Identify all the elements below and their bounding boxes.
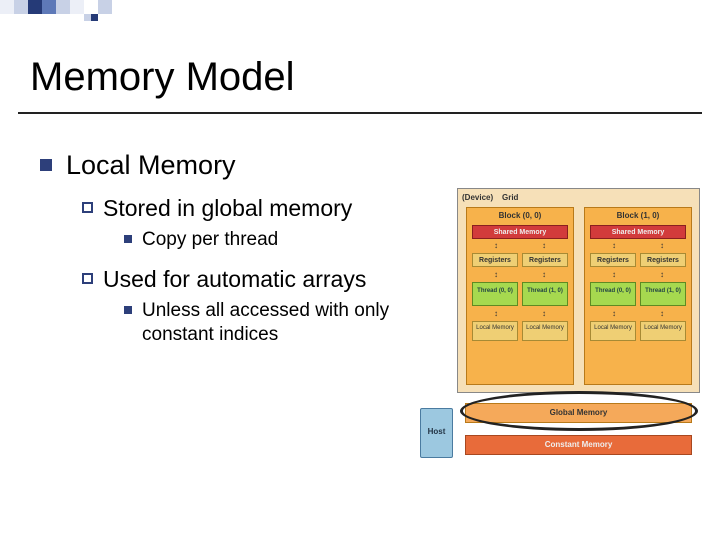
square-bullet-icon	[40, 159, 52, 171]
grid-label: Grid	[502, 193, 518, 202]
bullet-text: Local Memory	[66, 150, 236, 181]
local-memory-box: Local Memory	[472, 321, 518, 341]
memory-model-diagram: (Device) Grid Block (0, 0) Shared Memory…	[420, 188, 702, 468]
block-1-0: Block (1, 0) Shared Memory ↕↕ Registers …	[584, 207, 692, 385]
block-label: Block (1, 0)	[585, 208, 691, 223]
bullet-text: Stored in global memory	[103, 195, 352, 222]
local-memory-box: Local Memory	[522, 321, 568, 341]
bullet-level-2: Used for automatic arrays	[82, 266, 410, 293]
hollow-square-bullet-icon	[82, 202, 93, 213]
small-square-bullet-icon	[124, 306, 132, 314]
host-box: Host	[420, 408, 453, 458]
title-underline	[18, 112, 702, 114]
registers-box: Registers	[522, 253, 568, 267]
slide-corner-decoration-small	[84, 14, 98, 21]
local-memory-box: Local Memory	[590, 321, 636, 341]
hollow-square-bullet-icon	[82, 273, 93, 284]
bullet-text: Used for automatic arrays	[103, 266, 366, 293]
thread-box: Thread (0, 0)	[590, 282, 636, 306]
bullet-level-3: Unless all accessed with only constant i…	[124, 299, 410, 347]
shared-memory-box: Shared Memory	[590, 225, 686, 239]
constant-memory-box: Constant Memory	[465, 435, 692, 455]
bullet-text: Copy per thread	[142, 228, 278, 252]
block-label: Block (0, 0)	[467, 208, 573, 223]
slide-body: Local Memory Stored in global memory Cop…	[40, 150, 410, 358]
registers-box: Registers	[472, 253, 518, 267]
bullet-text: Unless all accessed with only constant i…	[142, 299, 410, 347]
thread-box: Thread (0, 0)	[472, 282, 518, 306]
small-square-bullet-icon	[124, 235, 132, 243]
block-0-0: Block (0, 0) Shared Memory ↕↕ Registers …	[466, 207, 574, 385]
local-memory-box: Local Memory	[640, 321, 686, 341]
bullet-level-3: Copy per thread	[124, 228, 410, 252]
registers-box: Registers	[590, 253, 636, 267]
slide-corner-decoration	[0, 0, 112, 14]
bullet-level-1: Local Memory	[40, 150, 410, 181]
thread-box: Thread (1, 0)	[640, 282, 686, 306]
registers-box: Registers	[640, 253, 686, 267]
shared-memory-box: Shared Memory	[472, 225, 568, 239]
device-label: (Device)	[462, 193, 493, 202]
device-grid-box: (Device) Grid Block (0, 0) Shared Memory…	[457, 188, 700, 393]
slide-title: Memory Model	[30, 55, 295, 100]
global-memory-box: Global Memory	[465, 403, 692, 423]
thread-box: Thread (1, 0)	[522, 282, 568, 306]
bullet-level-2: Stored in global memory	[82, 195, 410, 222]
